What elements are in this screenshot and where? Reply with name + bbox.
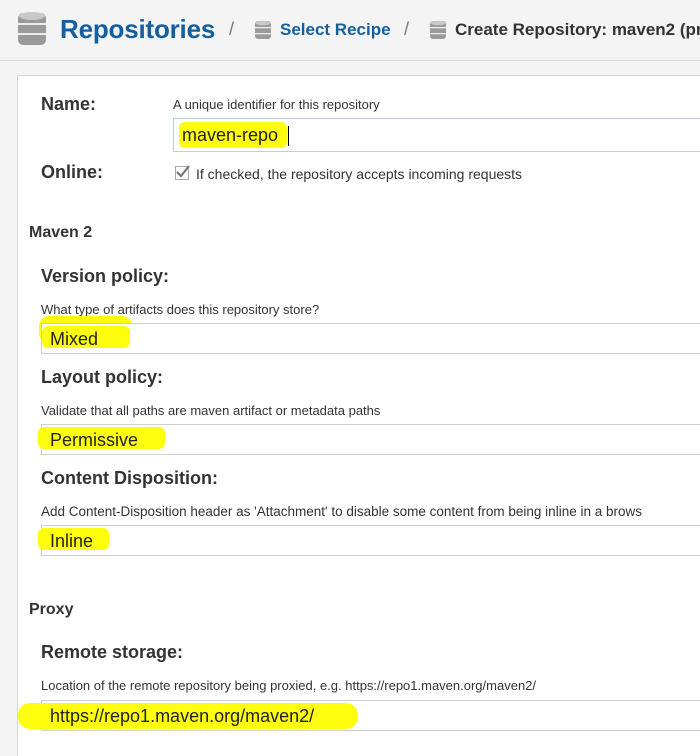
content-disposition-help: Add Content-Disposition header as 'Attac… [41,504,642,519]
layout-policy-value-overlay: Permissive [50,430,139,450]
content-disposition-label: Content Disposition: [41,468,218,488]
layout-policy-help: Validate that all paths are maven artifa… [41,403,381,418]
remote-storage-value-overlay: https://repo1.maven.org/maven2/ [50,706,315,726]
name-value: maven-repo [182,125,279,145]
page-title[interactable]: Repositories [60,14,215,45]
breadcrumb-separator: / [229,19,235,39]
text-caret [288,126,289,146]
version-policy-select[interactable]: Mixed [41,323,700,354]
proxy-section-heading: Proxy [29,601,74,618]
repository-form: Name: A unique identifier for this repos… [17,75,700,756]
version-policy-label: Version policy: [41,266,170,286]
breadcrumb-root[interactable]: Repositories [16,10,215,48]
online-label: Online: [41,162,103,182]
database-icon [18,12,46,45]
layout-policy-label: Layout policy: [41,367,164,387]
breadcrumb-separator: / [404,19,410,39]
online-checkbox[interactable] [175,165,190,180]
remote-storage-label: Remote storage: [41,642,184,662]
breadcrumb-select-recipe[interactable]: Select Recipe [254,20,391,40]
online-help: If checked, the repository accepts incom… [196,166,523,182]
breadcrumb: Repositories / Select Recipe / Create Re… [0,0,700,61]
name-field[interactable]: maven-repo [173,118,700,152]
database-icon [255,20,271,39]
content-disposition-select[interactable]: Inline [41,525,700,556]
breadcrumb-link[interactable]: Select Recipe [280,20,391,40]
name-label: Name: [41,94,97,114]
breadcrumb-current: Create Repository: maven2 (pro [429,20,700,40]
version-policy-value-overlay: Mixed [50,329,99,349]
content-disposition-value-overlay: Inline [50,531,94,551]
maven-section-heading: Maven 2 [29,224,93,241]
breadcrumb-current-label: Create Repository: maven2 (pro [455,20,700,39]
database-icon [430,20,446,39]
checkmark-icon [176,165,190,178]
name-help: A unique identifier for this repository [173,97,380,112]
remote-storage-help: Location of the remote repository being … [41,678,537,693]
version-policy-help: What type of artifacts does this reposit… [41,302,320,317]
